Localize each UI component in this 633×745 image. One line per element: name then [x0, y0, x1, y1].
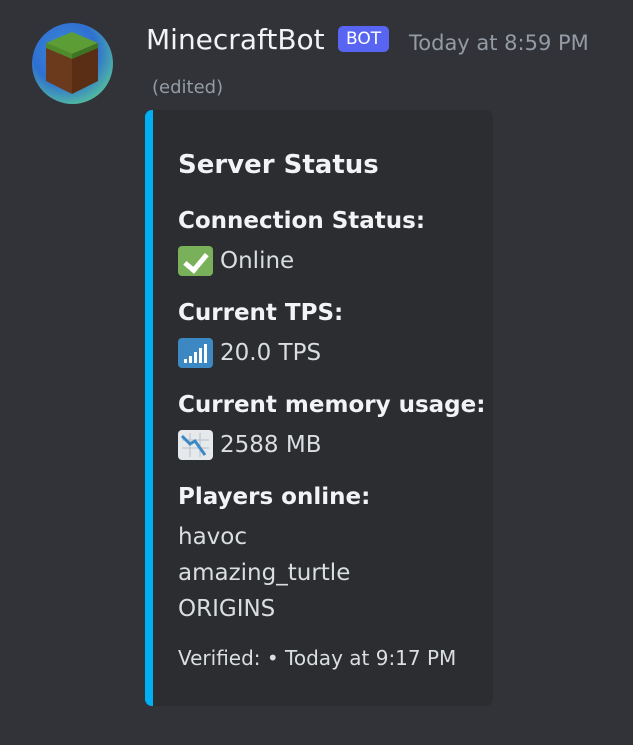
player-list-item: ORIGINS	[178, 596, 276, 622]
connection-status-text: Online	[220, 248, 295, 274]
player-list-item: amazing_turtle	[178, 560, 351, 586]
field-players-name: Players online:	[178, 484, 371, 510]
embed-footer: Verified: • Today at 9:17 PM	[178, 646, 457, 670]
field-tps-name: Current TPS:	[178, 300, 344, 326]
field-connection-status-value: Online	[178, 245, 294, 277]
message-timestamp[interactable]: Today at 8:59 PM	[409, 29, 589, 57]
embed-title: Server Status	[178, 150, 379, 180]
grass-block-icon	[46, 32, 98, 94]
author-name[interactable]: MinecraftBot	[146, 22, 325, 58]
chart-decreasing-icon	[178, 430, 213, 460]
memory-text: 2588 MB	[220, 432, 322, 458]
field-memory-value: 2588 MB	[178, 429, 321, 461]
signal-strength-icon	[178, 338, 213, 368]
field-connection-status-name: Connection Status:	[178, 208, 426, 234]
tps-text: 20.0 TPS	[220, 340, 322, 366]
white-check-mark-icon	[178, 246, 213, 276]
field-tps-value: 20.0 TPS	[178, 337, 321, 369]
field-memory-name: Current memory usage:	[178, 392, 486, 418]
edited-label: (edited)	[152, 77, 224, 98]
avatar[interactable]	[32, 23, 113, 104]
player-list-item: havoc	[178, 524, 247, 550]
bot-tag: BOT	[338, 26, 390, 52]
embed-accent-bar	[145, 110, 153, 706]
embed-card: Server Status Connection Status: Online …	[145, 110, 493, 706]
